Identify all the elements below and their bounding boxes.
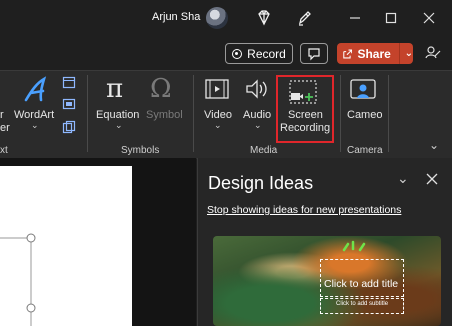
minimize-icon[interactable] — [344, 8, 366, 28]
group-label-media: Media — [250, 145, 278, 156]
wordart-dropdown-icon[interactable]: ⌄ — [31, 120, 39, 131]
ribbon-expand-icon[interactable]: ⌄ — [429, 138, 439, 152]
video-dropdown-icon[interactable]: ⌄ — [214, 120, 222, 131]
partial-left-label[interactable]: r — [0, 109, 4, 121]
ribbon-separator — [340, 75, 341, 152]
group-label-symbols: Symbols — [121, 145, 160, 156]
record-icon — [232, 48, 243, 59]
pane-close-icon[interactable] — [426, 173, 438, 185]
wordart-icon[interactable] — [22, 76, 50, 104]
share-button[interactable]: Share ⌄ — [337, 43, 413, 64]
loading-spinner-icon — [342, 240, 366, 252]
group-label-camera: Camera — [347, 145, 383, 156]
share-separator — [398, 43, 400, 64]
coauthor-icon[interactable] — [424, 44, 442, 62]
cameo-button[interactable]: Cameo — [347, 109, 382, 121]
pen-icon[interactable] — [294, 8, 314, 28]
date-time-icon[interactable] — [62, 75, 76, 89]
share-label: Share — [357, 46, 391, 61]
slide-number-icon[interactable] — [62, 97, 76, 111]
cameo-icon[interactable] — [349, 78, 377, 102]
video-icon[interactable] — [204, 78, 230, 100]
screen-recording-label-2: Recording — [280, 122, 331, 134]
placeholder-selection[interactable] — [0, 230, 45, 326]
maximize-icon[interactable] — [380, 8, 402, 28]
pane-options-icon[interactable]: ⌄ — [397, 170, 409, 187]
avatar[interactable] — [206, 7, 228, 29]
share-dropdown-icon[interactable]: ⌄ — [405, 48, 413, 59]
share-icon — [343, 49, 353, 58]
audio-dropdown-icon[interactable]: ⌄ — [254, 120, 262, 131]
symbol-button[interactable]: Symbol — [146, 109, 183, 121]
pane-title: Design Ideas — [208, 173, 314, 193]
equation-dropdown-icon[interactable]: ⌄ — [115, 120, 123, 131]
ribbon-separator — [87, 75, 88, 152]
group-label-text: xt — [0, 145, 8, 156]
comment-icon — [308, 48, 320, 61]
close-icon[interactable] — [418, 8, 440, 28]
equation-icon[interactable]: π — [106, 74, 123, 104]
thumb-subtitle: Click to add subtitle — [336, 301, 389, 307]
object-icon[interactable] — [62, 120, 76, 134]
screen-recording-icon — [289, 80, 317, 104]
comments-button[interactable] — [300, 43, 328, 64]
diamond-icon[interactable] — [254, 8, 274, 28]
audio-icon[interactable] — [244, 78, 270, 100]
symbol-icon[interactable]: Ω — [150, 74, 172, 104]
user-name[interactable]: Arjun Sha — [152, 11, 200, 23]
thumb-title: Click to add title — [324, 278, 399, 290]
record-label: Record — [247, 46, 286, 61]
partial-left-label-2[interactable]: er — [0, 122, 10, 134]
ribbon-separator — [193, 75, 194, 152]
screen-recording-label-1: Screen — [288, 109, 323, 121]
ribbon-separator — [388, 75, 389, 152]
record-button[interactable]: Record — [225, 43, 293, 64]
stop-ideas-link[interactable]: Stop showing ideas for new presentations — [207, 204, 401, 216]
